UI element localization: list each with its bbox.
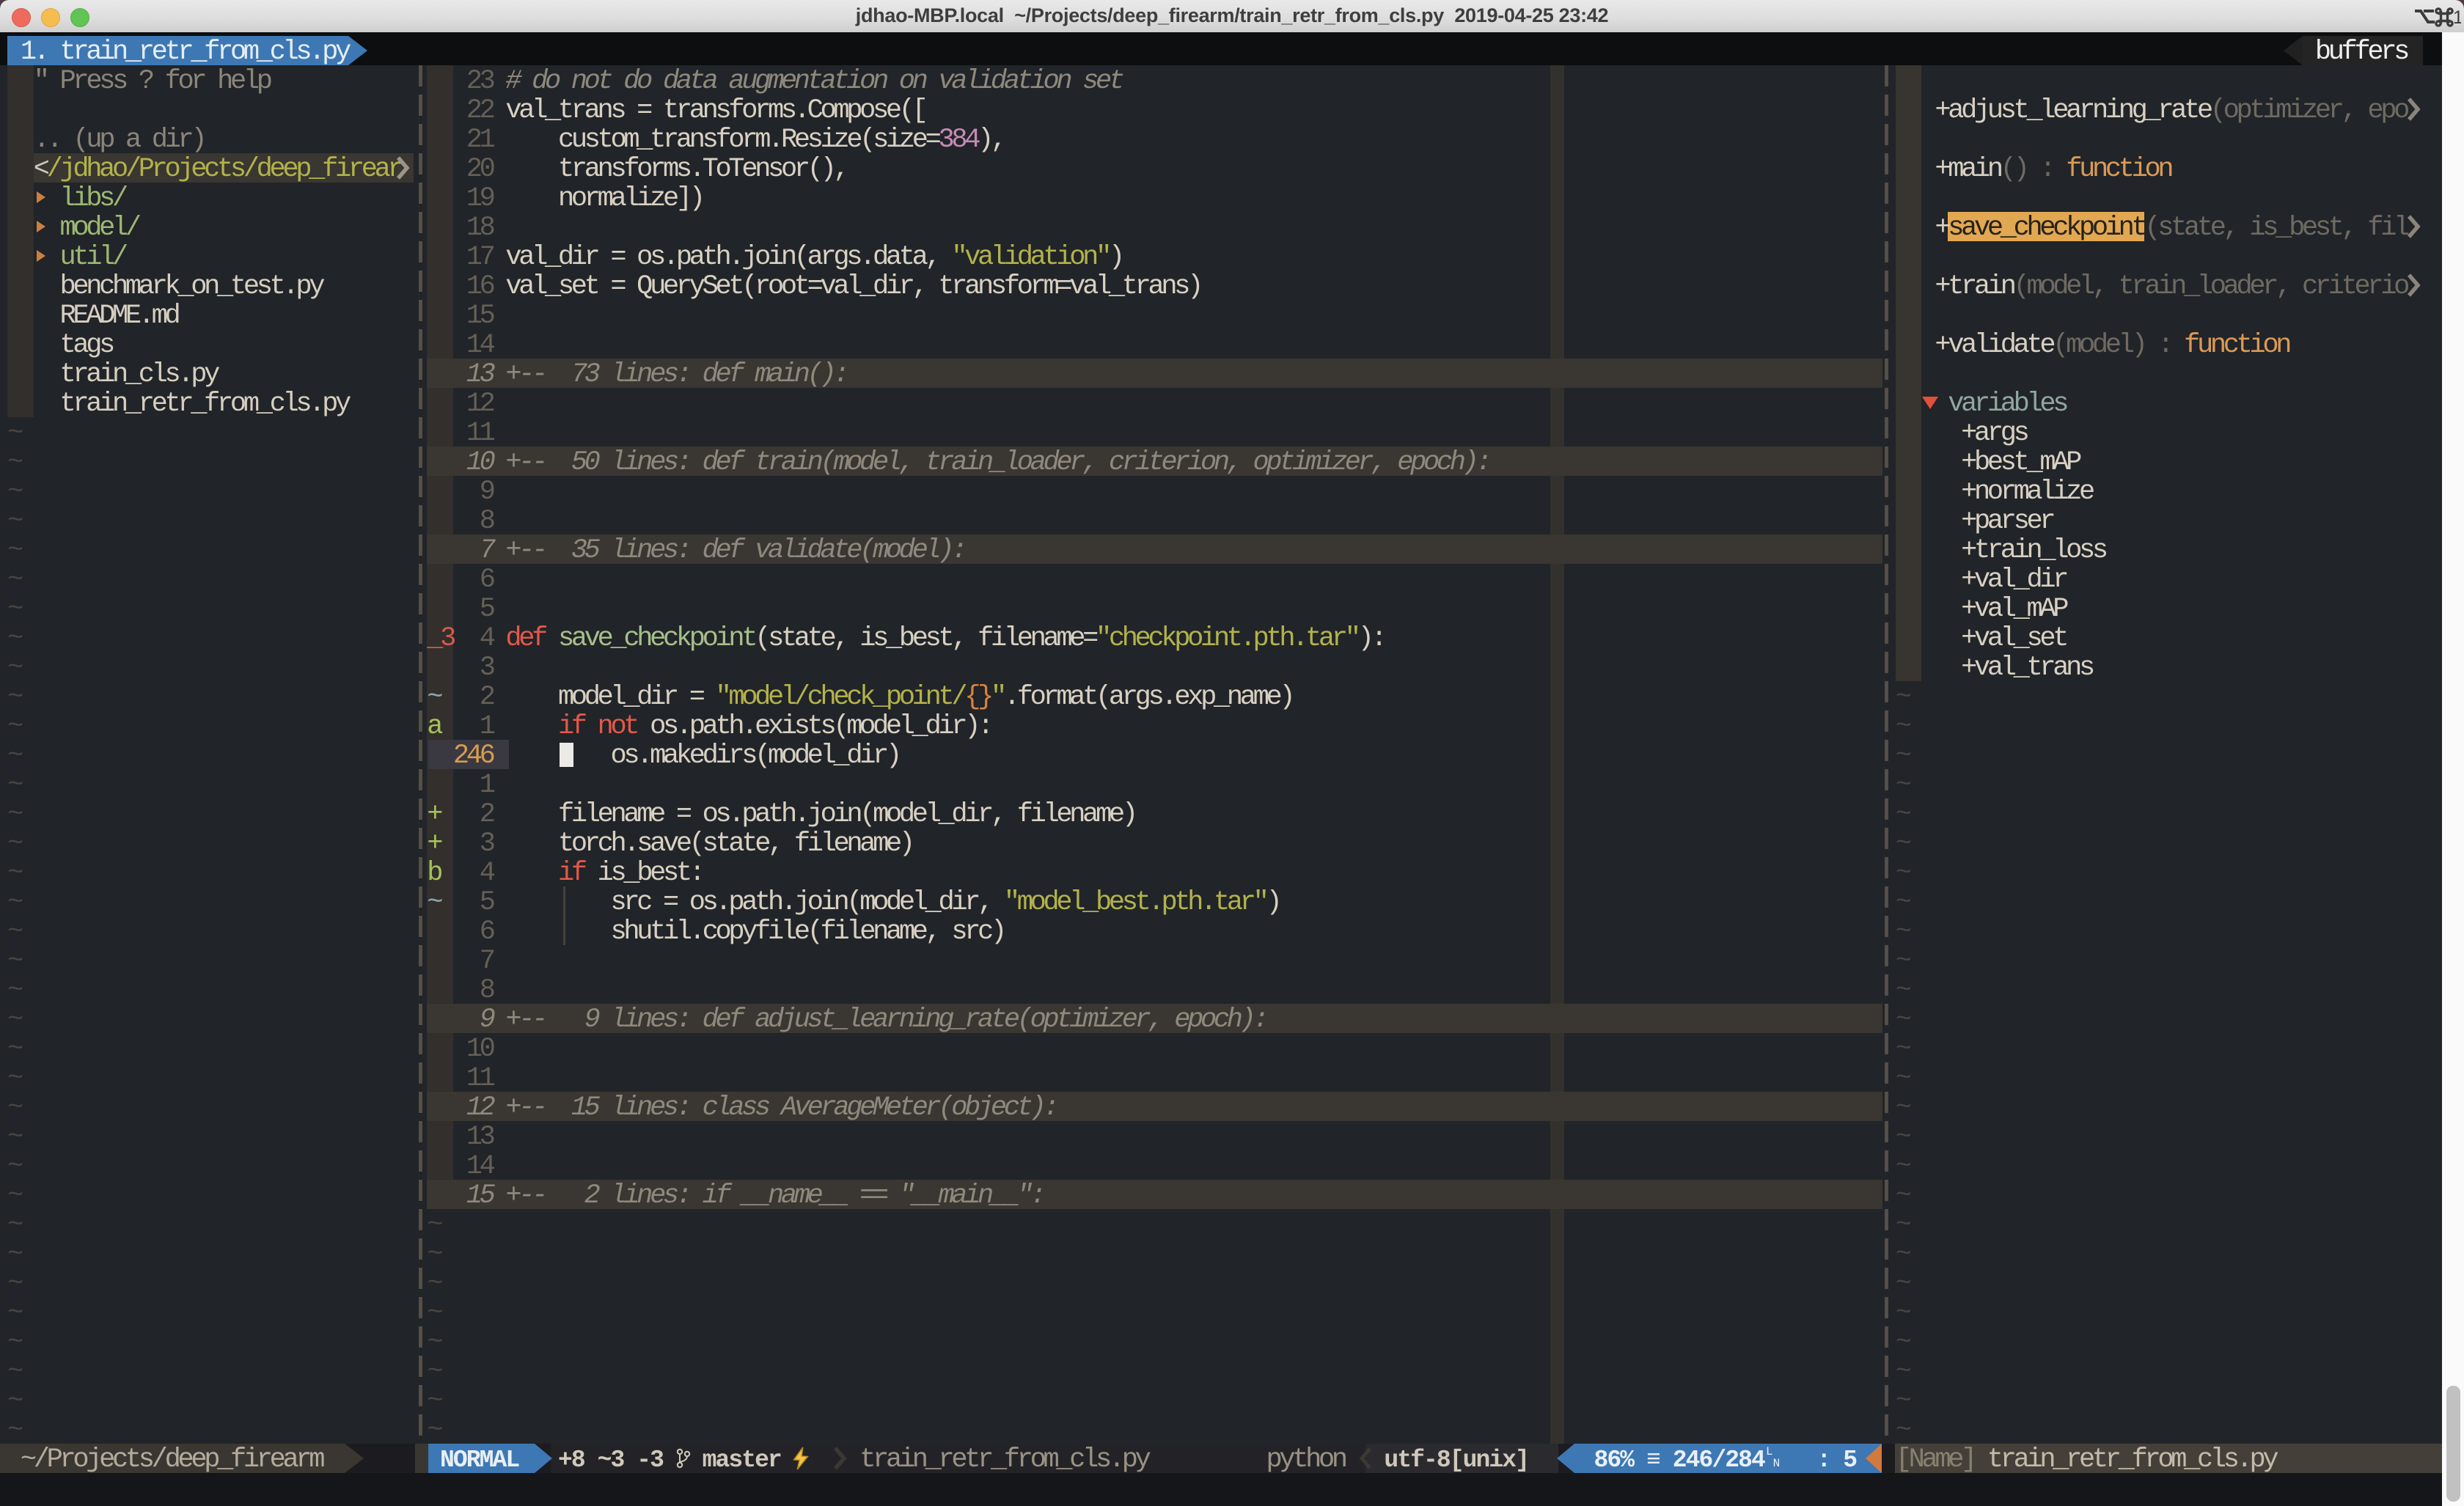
svg-text:1: 1	[2453, 7, 2461, 27]
